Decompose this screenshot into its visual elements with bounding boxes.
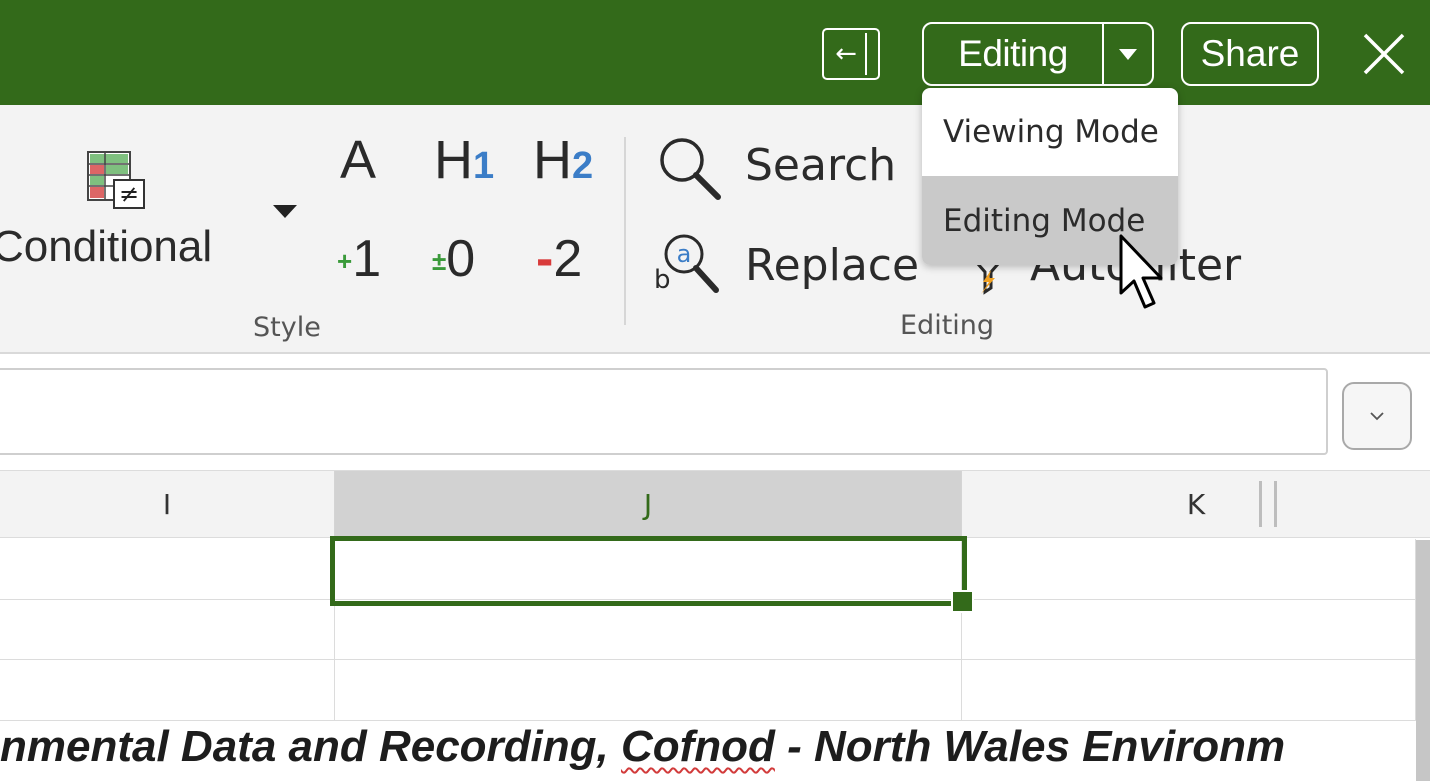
formula-input[interactable] — [0, 368, 1328, 455]
expand-formula-button[interactable] — [1342, 382, 1412, 450]
heading-a-button[interactable]: A — [340, 133, 376, 187]
caret-down-icon[interactable] — [273, 205, 297, 218]
heading-h2-button[interactable]: H2 — [533, 133, 593, 187]
close-icon — [1363, 33, 1405, 75]
style-group-label: Style — [253, 312, 321, 343]
chevron-down-icon — [1370, 412, 1384, 421]
svg-text:a: a — [677, 240, 692, 268]
grid-cell[interactable] — [335, 660, 962, 721]
conditional-format-icon[interactable]: ≠ — [86, 150, 148, 216]
column-header-i[interactable]: I — [0, 471, 335, 537]
close-button[interactable] — [1356, 26, 1412, 82]
column-header-k[interactable]: K — [962, 471, 1430, 537]
column-headers: I J K — [0, 470, 1430, 538]
grid-cell[interactable] — [962, 600, 1416, 660]
share-button[interactable]: Share — [1181, 22, 1319, 86]
grid-cell[interactable] — [0, 600, 335, 660]
editing-group-label: Editing — [900, 310, 995, 341]
column-header-j[interactable]: J — [335, 471, 1277, 537]
sidebar-toggle-button[interactable]: ← — [822, 28, 880, 80]
caret-down-icon — [1119, 48, 1137, 60]
mode-dropdown-button[interactable] — [1104, 24, 1152, 84]
collapse-left-icon: ← — [835, 39, 857, 69]
grid-cell[interactable] — [0, 539, 335, 600]
increase-level-button[interactable]: +1 — [337, 233, 381, 285]
fill-handle[interactable] — [951, 590, 974, 613]
title-bar: ← Editing Share — [0, 0, 1430, 105]
svg-text:≠: ≠ — [119, 180, 139, 208]
heading-h1-button[interactable]: H1 — [434, 133, 494, 187]
svg-text:b: b — [654, 265, 671, 295]
vertical-scrollbar[interactable] — [1416, 540, 1430, 781]
decrease-level-button[interactable]: -2 — [536, 233, 582, 285]
replace-button[interactable]: Replace — [745, 240, 919, 291]
mode-split-button[interactable]: Editing — [922, 22, 1154, 86]
search-icon[interactable] — [656, 135, 722, 205]
replace-icon[interactable]: b a — [650, 228, 724, 302]
grid-cell[interactable] — [0, 660, 335, 721]
selected-cell[interactable] — [330, 536, 967, 606]
menu-item-viewing-mode[interactable]: Viewing Mode — [922, 88, 1178, 176]
mouse-cursor-icon — [1118, 233, 1174, 317]
search-button[interactable]: Search — [745, 140, 896, 191]
cell-text[interactable]: nmental Data and Recording, Cofnod - Nor… — [0, 722, 1285, 772]
grid-cell[interactable] — [335, 600, 962, 660]
conditional-format-label[interactable]: Conditional — [0, 222, 212, 272]
mode-button-label[interactable]: Editing — [924, 24, 1102, 84]
group-separator — [624, 137, 626, 325]
grid-cell[interactable] — [962, 660, 1416, 721]
grid-cell[interactable] — [962, 539, 1416, 600]
reset-level-button[interactable]: ±0 — [432, 233, 475, 285]
